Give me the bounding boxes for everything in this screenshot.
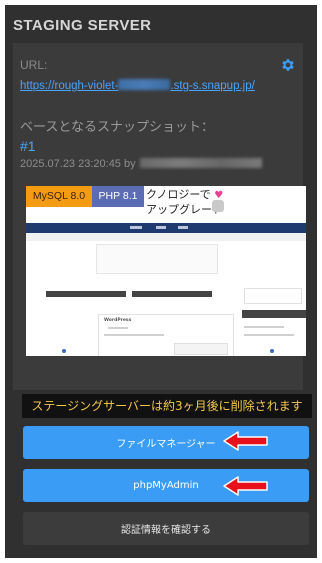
preview-section-bar bbox=[46, 291, 126, 297]
mascot-icon bbox=[212, 200, 224, 212]
confirm-credentials-button[interactable]: 認証情報を確認する bbox=[23, 512, 309, 545]
deletion-notice: ステージングサーバーは約3ヶ月後に削除されます bbox=[22, 394, 312, 418]
php-version-badge: PHP 8.1 bbox=[92, 186, 144, 207]
preview-post-button bbox=[174, 343, 228, 355]
redacted-username bbox=[139, 158, 262, 168]
mysql-version-badge: MySQL 8.0 bbox=[26, 186, 92, 207]
snapshot-preview-image[interactable]: MySQL 8.0 PHP 8.1 クノロジーで ♥ アップグレード WordP… bbox=[26, 186, 306, 356]
preview-post-line bbox=[108, 327, 128, 329]
preview-post-title: WordPress bbox=[104, 318, 132, 323]
preview-dot bbox=[62, 349, 66, 353]
preview-hero-box bbox=[96, 244, 218, 274]
preview-navbar bbox=[26, 223, 306, 233]
snapshot-date: 2025.07.23 23:20:45 by bbox=[20, 158, 262, 170]
red-arrow-icon bbox=[223, 431, 268, 451]
red-arrow-icon bbox=[223, 476, 268, 496]
url-suffix: .stg-s.snapup.jp/ bbox=[170, 80, 255, 92]
preview-site-title-line1: クノロジーで bbox=[146, 188, 211, 201]
snapshot-number-link[interactable]: #1 bbox=[20, 138, 36, 154]
preview-search-widget bbox=[244, 288, 302, 304]
preview-dot bbox=[270, 349, 274, 353]
preview-sidebar-line bbox=[244, 326, 284, 328]
redacted-url-segment bbox=[118, 79, 171, 90]
gear-icon[interactable] bbox=[280, 57, 296, 73]
preview-section-bar bbox=[132, 291, 212, 297]
preview-subheader bbox=[26, 233, 306, 241]
snapshot-heading: ベースとなるスナップショット： bbox=[20, 120, 214, 135]
preview-nav-item bbox=[130, 226, 142, 229]
preview-post-line bbox=[104, 334, 164, 336]
panel-title: STAGING SERVER bbox=[13, 17, 152, 34]
preview-sidebar-title bbox=[242, 310, 306, 318]
preview-nav-item bbox=[156, 226, 166, 229]
url-label: URL: bbox=[20, 58, 48, 72]
url-prefix: https://rough-violet- bbox=[20, 80, 119, 92]
staging-url-link[interactable]: https://rough-violet- .stg-s.snapup.jp/ bbox=[20, 79, 255, 92]
preview-sidebar-line bbox=[244, 334, 294, 336]
preview-nav-item bbox=[178, 226, 188, 229]
snapshot-date-text: 2025.07.23 23:20:45 by bbox=[20, 158, 136, 170]
